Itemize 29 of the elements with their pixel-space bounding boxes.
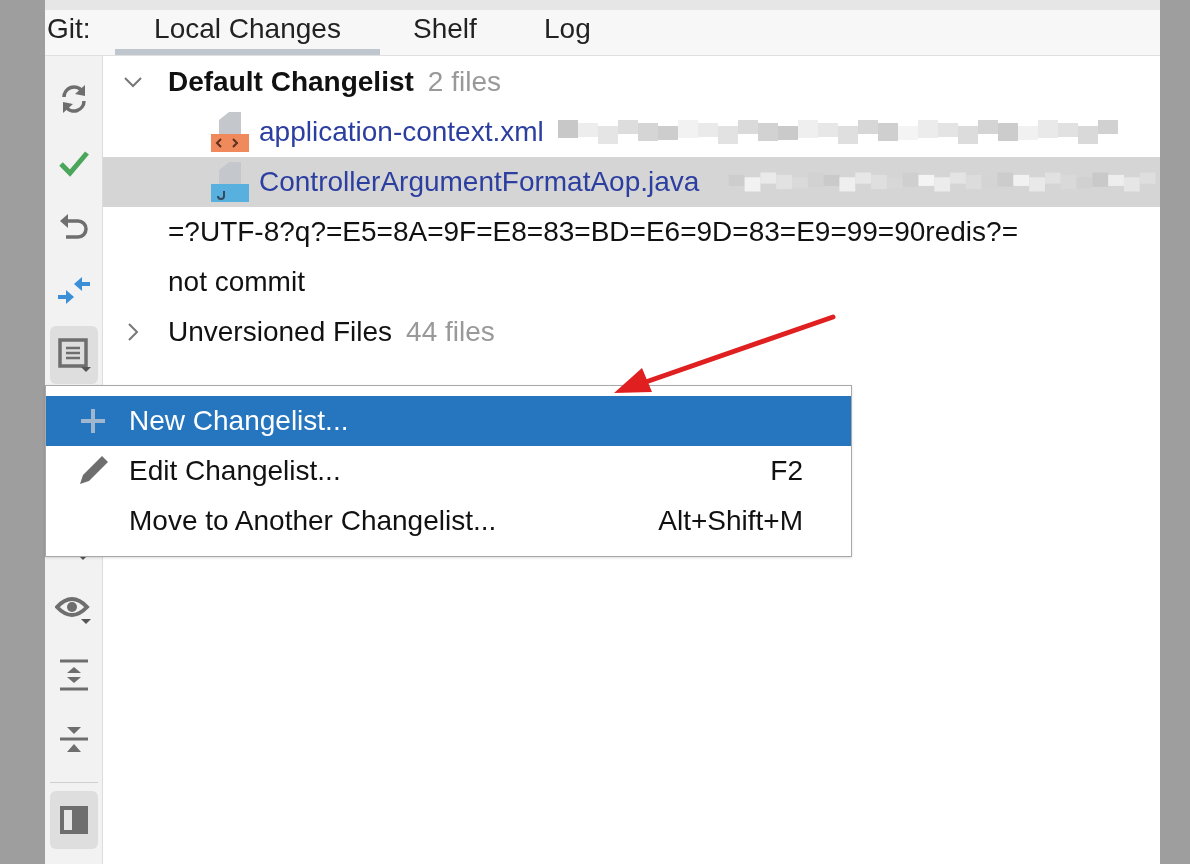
changelist-comment: =?UTF-8?q?=E5=8A=9F=E8=83=BD=E6=9D=83=E9=99=90redis?=: [168, 215, 1018, 249]
menu-item[interactable]: New Changelist...: [46, 396, 851, 446]
changelist-icon: [56, 337, 91, 373]
changelist-name[interactable]: Default Changelist: [168, 61, 414, 103]
compare-arrows-icon: [55, 275, 92, 307]
changelist-comment: not commit: [168, 265, 305, 299]
toolbar-button[interactable]: [49, 791, 98, 849]
tab[interactable]: Local Changes: [115, 10, 380, 55]
check-icon: [57, 149, 90, 177]
menu-item[interactable]: Edit Changelist... F2: [46, 446, 851, 496]
file-count: 2 files: [427, 65, 501, 99]
plus-icon: [79, 407, 107, 435]
shortcut-label: Alt+Shift+M: [658, 504, 803, 538]
tab[interactable]: Log: [510, 10, 630, 55]
file-row[interactable]: ControllerArgumentFormatAop.java: [103, 157, 1160, 207]
file-row[interactable]: application-context.xml: [103, 107, 1160, 157]
panel-icon: [57, 804, 90, 836]
file-name: ControllerArgumentFormatAop.java: [259, 165, 700, 199]
file-count: 44 files: [406, 315, 495, 349]
tool-window-title: Git:: [46, 15, 92, 46]
menu-item[interactable]: Move to Another Changelist... Alt+Shift+M: [46, 496, 851, 546]
file-name: application-context.xml: [259, 115, 544, 149]
expand-all-icon: [57, 658, 90, 692]
changelist-name[interactable]: Unversioned Files: [168, 311, 393, 353]
tab[interactable]: Shelf: [380, 10, 510, 55]
shortcut-label: F2: [770, 454, 803, 488]
java-file-icon: [211, 162, 249, 202]
toolbar-button[interactable]: [49, 326, 98, 384]
xml-file-icon: [211, 112, 249, 152]
